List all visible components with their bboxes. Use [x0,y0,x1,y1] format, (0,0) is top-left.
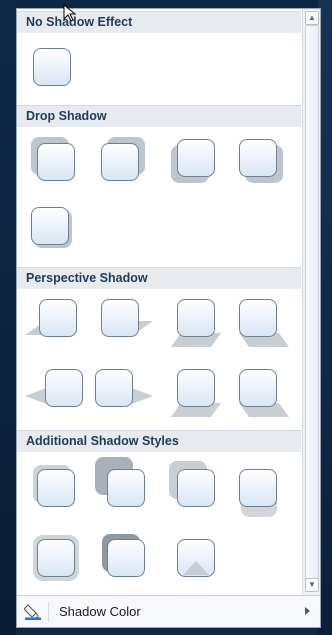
shadow-option-perspective-4[interactable] [239,299,289,347]
submenu-arrow-icon [305,607,310,615]
shadow-gallery-dropdown: No Shadow Effect Drop Shadow Perspective… [16,8,321,628]
section-title-no-shadow: No Shadow Effect [26,15,133,29]
shadow-option-drop-2[interactable] [101,137,145,183]
shadow-option-perspective-6[interactable] [95,369,153,409]
shadow-option-perspective-2[interactable] [101,299,153,339]
section-title-additional-shadow: Additional Shadow Styles [26,434,179,448]
shadow-option-drop-5[interactable] [31,207,72,248]
shadow-preview-box [95,369,133,407]
shadow-preview-box [31,207,69,245]
section-header-drop-shadow: Drop Shadow [17,105,301,127]
section-header-no-shadow: No Shadow Effect [17,11,301,33]
scroll-up-button[interactable]: ▲ [305,11,319,25]
shadow-option-additional-4[interactable] [239,469,279,517]
desktop-background-left [0,0,16,635]
shadow-option-additional-7[interactable] [177,539,217,579]
shadow-option-perspective-3[interactable] [171,299,221,347]
paint-bucket-icon [24,604,41,620]
shadow-option-additional-5[interactable] [33,535,79,581]
shadow-option-additional-1[interactable] [33,465,77,509]
shadow-preview-box [37,143,75,181]
shadow-preview-box [101,143,139,181]
section-header-perspective-shadow: Perspective Shadow [17,267,301,289]
shadow-option-perspective-5[interactable] [25,369,85,409]
shadow-preview-box [37,539,75,577]
mouse-cursor-icon [63,4,77,22]
section-title-perspective-shadow: Perspective Shadow [26,271,148,285]
gallery-scroll-area: No Shadow Effect Drop Shadow Perspective… [17,9,301,595]
section-header-additional-shadow: Additional Shadow Styles [17,430,301,452]
scroll-down-button[interactable]: ▼ [305,578,319,592]
shadow-option-none[interactable] [33,48,73,88]
scroll-thumb[interactable] [305,25,319,579]
shadow-preview-box [239,469,277,507]
shadow-preview-box [239,369,277,407]
shadow-preview-box [33,48,71,86]
shadow-option-drop-3[interactable] [171,139,217,183]
shadow-preview-box [107,469,145,507]
shadow-preview-box [177,139,215,177]
vertical-scrollbar[interactable]: ▲ ▼ [302,9,320,595]
shadow-option-drop-1[interactable] [31,137,77,183]
shadow-preview-box [177,469,215,507]
shadow-preview-box [101,299,139,337]
shadow-option-additional-6[interactable] [102,534,147,579]
shadow-preview-box [39,299,77,337]
shadow-preview-box [37,469,75,507]
shadow-option-additional-2[interactable] [95,457,147,509]
shadow-color-menu-item[interactable]: Shadow Color [17,595,320,627]
shadow-preview-box [239,299,277,337]
shadow-preview-box [177,369,215,407]
shadow-color-label: Shadow Color [59,604,141,619]
shadow-preview-box [177,299,215,337]
shadow-preview-box [45,369,83,407]
section-title-drop-shadow: Drop Shadow [26,109,107,123]
shadow-option-additional-3[interactable] [169,461,217,509]
shadow-option-perspective-8[interactable] [239,369,289,417]
footer-separator [48,602,49,622]
shadow-preview-box [239,139,277,177]
shadow-preview-box [107,539,145,577]
shadow-option-drop-4[interactable] [239,139,283,183]
shadow-option-perspective-7[interactable] [171,369,221,417]
shadow-option-perspective-1[interactable] [25,299,79,339]
